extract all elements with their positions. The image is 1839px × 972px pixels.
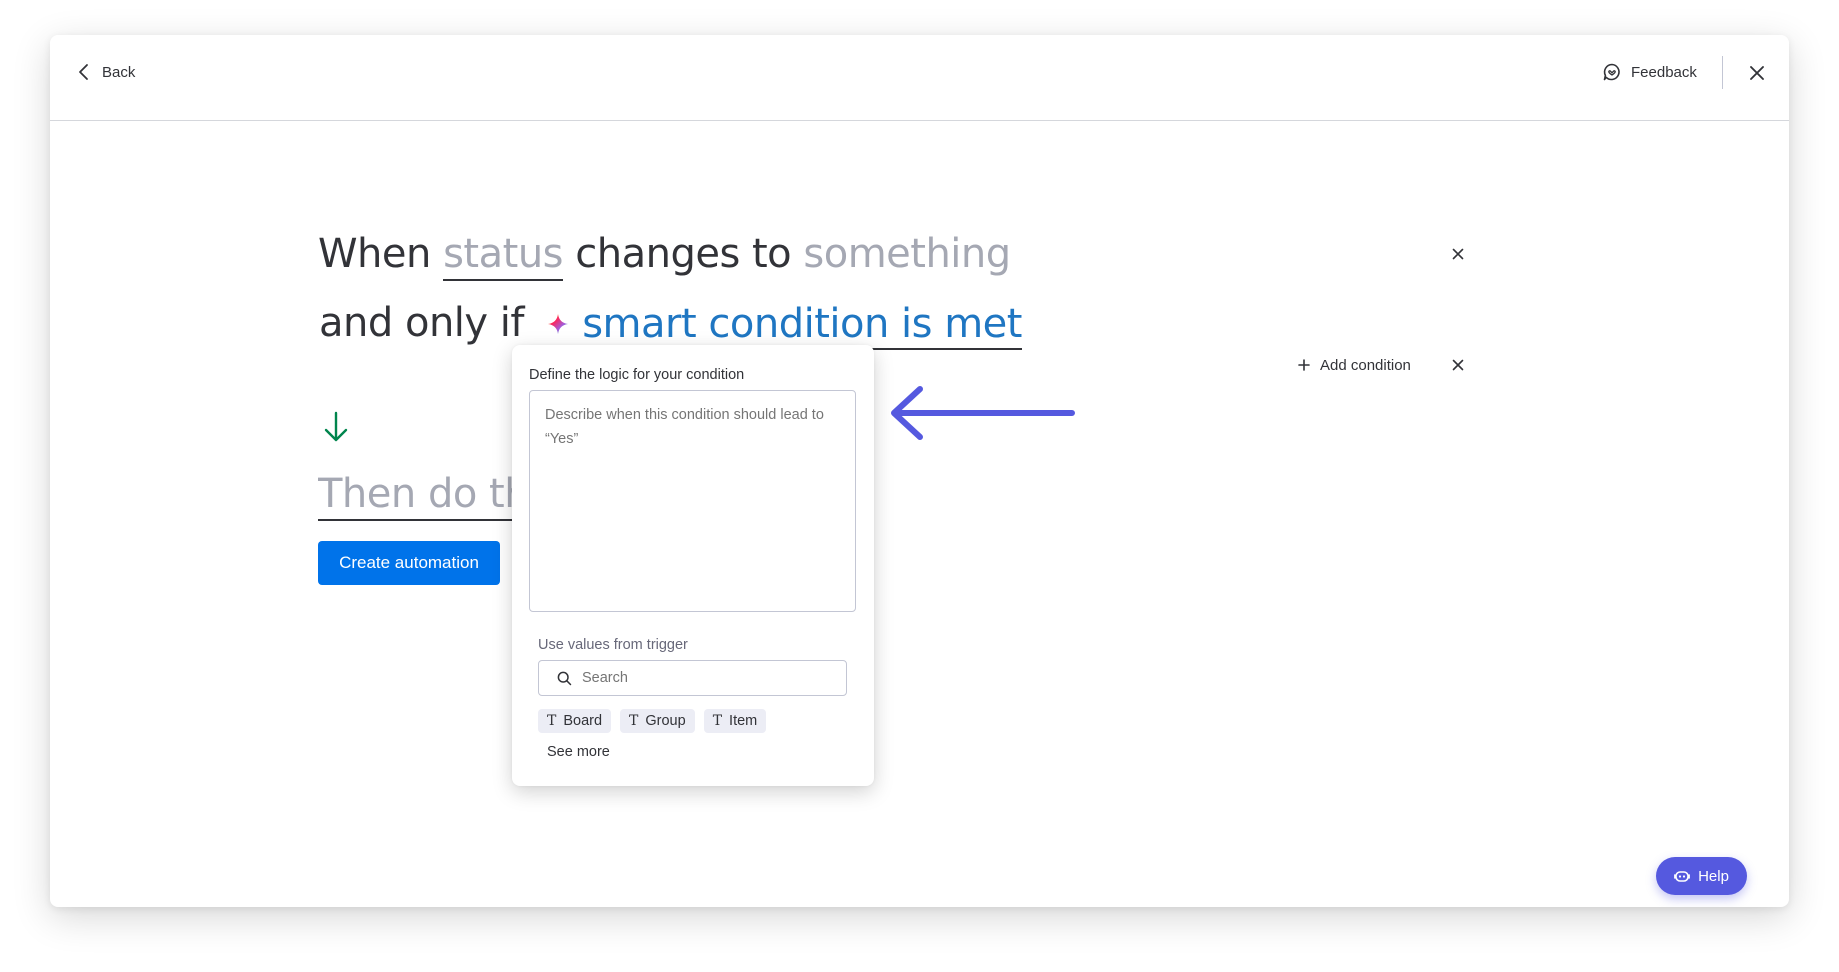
close-icon <box>1452 248 1464 260</box>
values-search-field[interactable] <box>538 660 847 696</box>
smart-condition-link[interactable]: smart condition is met <box>546 301 1022 350</box>
smart-condition-popover: Define the logic for your condition Use … <box>512 345 874 786</box>
see-more-link[interactable]: See more <box>547 744 610 760</box>
changes-to-label: changes to <box>575 231 792 277</box>
popover-title: Define the logic for your condition <box>529 367 745 383</box>
condition-sentence: and only if smart condition is met <box>319 300 1022 350</box>
arrow-down-icon <box>324 411 348 442</box>
text-type-icon: T <box>712 713 723 729</box>
close-icon <box>1452 359 1464 371</box>
chevron-left-icon <box>79 64 88 80</box>
remove-condition-button[interactable] <box>1450 357 1466 373</box>
condition-logic-textarea[interactable] <box>529 390 856 612</box>
feedback-label: Feedback <box>1631 63 1697 81</box>
chip-item[interactable]: T Item <box>703 709 767 733</box>
text-type-icon: T <box>629 713 639 729</box>
chip-label: Item <box>729 713 758 729</box>
help-robot-icon <box>1674 871 1690 882</box>
values-search-input[interactable] <box>582 670 822 686</box>
help-label: Help <box>1698 867 1729 885</box>
chip-group[interactable]: T Group <box>620 709 695 733</box>
close-icon <box>1750 66 1764 80</box>
header-divider <box>1722 56 1723 89</box>
smart-condition-label: smart condition is met <box>582 301 1022 347</box>
search-icon <box>557 671 572 685</box>
status-column-selector[interactable]: status <box>443 231 564 281</box>
ai-sparkle-icon <box>548 314 569 334</box>
automation-builder-window: Back Feedback When status changes to som… <box>50 35 1789 907</box>
plus-icon <box>1298 359 1310 371</box>
values-from-trigger-title: Use values from trigger <box>538 637 688 653</box>
remove-trigger-button[interactable] <box>1450 246 1466 262</box>
header-bar: Back Feedback <box>50 35 1789 121</box>
chip-label: Board <box>563 713 603 729</box>
chip-label: Group <box>645 713 686 729</box>
help-button[interactable]: Help <box>1656 857 1747 895</box>
create-automation-button[interactable]: Create automation <box>318 541 500 585</box>
back-label: Back <box>102 63 136 81</box>
when-label: When <box>318 231 431 277</box>
feedback-button[interactable]: Feedback <box>1602 61 1697 83</box>
chip-board[interactable]: T Board <box>538 709 612 733</box>
trigger-sentence: When status changes to something <box>318 231 1011 281</box>
status-value-selector[interactable]: something <box>803 231 1011 277</box>
back-button[interactable]: Back <box>78 61 135 83</box>
close-button[interactable] <box>1747 63 1767 83</box>
add-condition-label: Add condition <box>1320 356 1411 374</box>
and-only-if-label: and only if <box>319 300 525 346</box>
arrow-left-annotation <box>891 386 1075 440</box>
add-condition-button[interactable]: Add condition <box>1298 355 1411 375</box>
trigger-value-chips: T Board T Group T Item <box>538 709 767 733</box>
feedback-chat-icon <box>1603 63 1620 81</box>
then-action-selector[interactable]: Then do this <box>318 471 518 521</box>
text-type-icon: T <box>547 713 557 729</box>
